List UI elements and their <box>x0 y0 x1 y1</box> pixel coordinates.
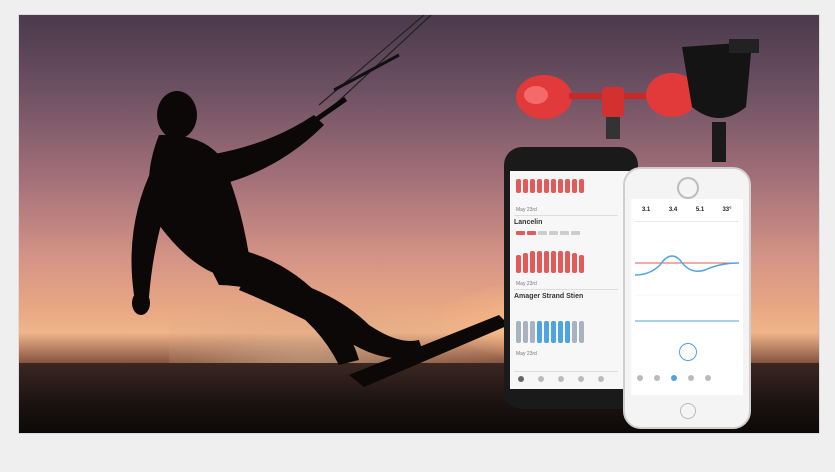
android-phone: May 23rd Lancelin May 23rd Amager Strand… <box>504 147 638 409</box>
wind-vane-icon <box>682 39 759 162</box>
section-2-date: May 23rd <box>516 281 537 287</box>
section-3-date: May 23rd <box>516 351 537 357</box>
tab-icon[interactable] <box>688 375 694 381</box>
section-2-bars <box>516 251 584 273</box>
home-button[interactable] <box>680 403 696 419</box>
iphone-tabbar <box>637 375 711 381</box>
iphone: 3.1 3.4 5.1 33° <box>623 167 751 429</box>
divider <box>635 221 739 222</box>
section-title: Lancelin <box>514 219 543 226</box>
hero-photo: May 23rd Lancelin May 23rd Amager Strand… <box>18 14 820 434</box>
android-screen: May 23rd Lancelin May 23rd Amager Strand… <box>510 171 632 389</box>
section-title: Amager Strand Stien <box>514 293 584 300</box>
tab-icon[interactable] <box>558 376 564 382</box>
image-frame: May 23rd Lancelin May 23rd Amager Strand… <box>0 0 835 472</box>
iphone-screen: 3.1 3.4 5.1 33° <box>631 199 743 395</box>
tab-icon[interactable] <box>518 376 524 382</box>
divider <box>514 289 618 290</box>
tab-icon[interactable] <box>705 375 711 381</box>
stat-current: 3.4 <box>668 207 678 213</box>
android-tabbar <box>518 376 604 382</box>
stat-maximum: 5.1 <box>695 207 705 213</box>
stat-average: 3.1 <box>641 207 651 213</box>
section-1-date: May 23rd <box>516 207 537 213</box>
record-button[interactable] <box>679 343 697 361</box>
tab-icon[interactable] <box>598 376 604 382</box>
tab-icon[interactable] <box>671 375 677 381</box>
divider <box>514 215 618 216</box>
stat-direction: 33° <box>722 207 732 213</box>
tab-icon[interactable] <box>578 376 584 382</box>
tab-icon[interactable] <box>654 375 660 381</box>
kitesurfer-silhouette <box>131 91 509 387</box>
wind-graph <box>635 255 739 322</box>
section-1-bars <box>516 179 584 193</box>
iphone-camera <box>677 177 699 199</box>
tab-icon[interactable] <box>538 376 544 382</box>
tab-icon[interactable] <box>637 375 643 381</box>
section-2-tags <box>516 231 580 235</box>
tabbar-divider <box>514 371 618 372</box>
section-3-bars <box>516 321 584 343</box>
